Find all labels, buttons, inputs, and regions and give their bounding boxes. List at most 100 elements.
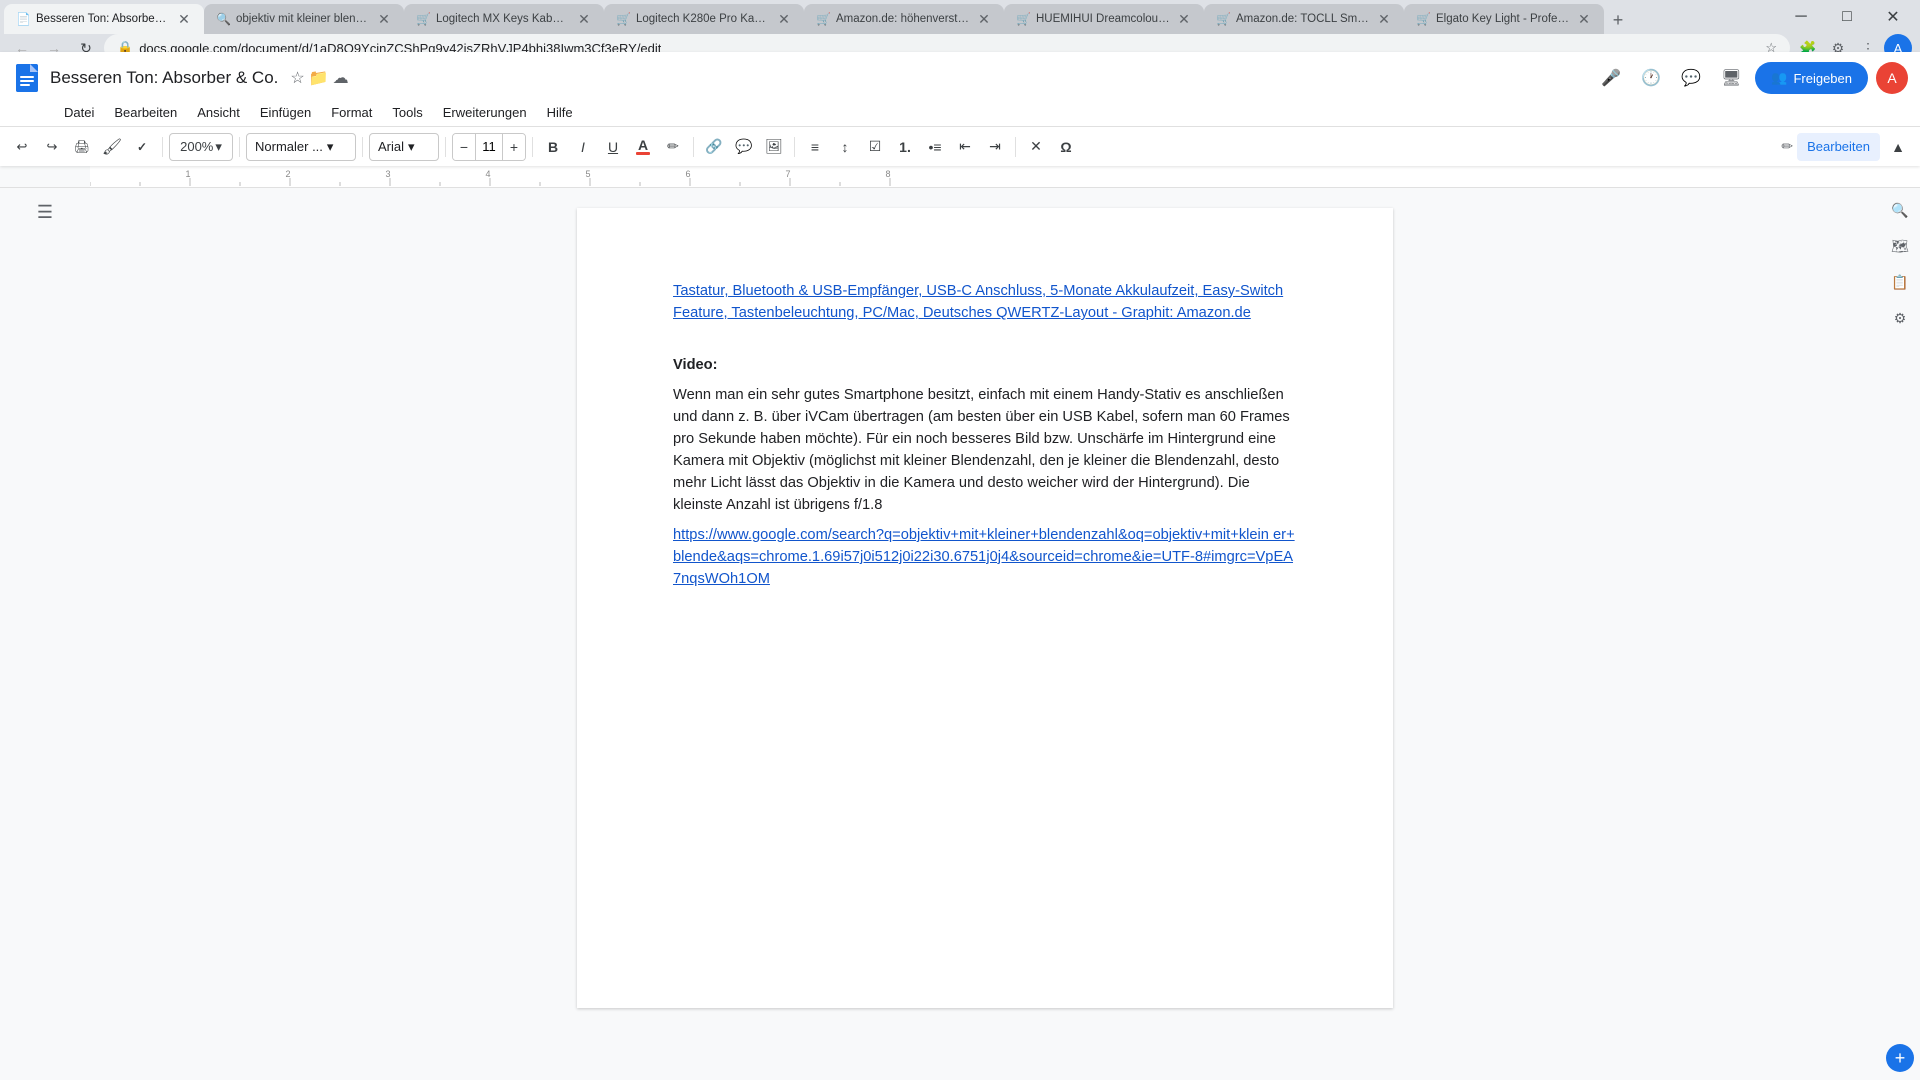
spell-check-button[interactable]: ✓ xyxy=(128,133,156,161)
menu-tools[interactable]: Tools xyxy=(382,101,432,124)
right-panel-icon-2[interactable]: 🗺 xyxy=(1886,232,1914,260)
share-button[interactable]: 👥 Freigeben xyxy=(1755,62,1868,94)
doc-video-heading: Video: xyxy=(673,357,718,373)
font-dropdown-icon: ▾ xyxy=(408,139,415,155)
line-spacing-button[interactable]: ↕ xyxy=(831,133,859,161)
share-people-icon: 👥 xyxy=(1771,70,1787,86)
highlight-color-button[interactable]: ✏ xyxy=(659,133,687,161)
indent-less-button[interactable]: ⇤ xyxy=(951,133,979,161)
font-value: Arial xyxy=(378,139,404,154)
activity-history-icon[interactable]: 🕐 xyxy=(1635,62,1667,94)
paint-format-button[interactable]: 🖌 xyxy=(98,133,126,161)
alignment-button[interactable]: ≡ xyxy=(801,133,829,161)
voice-typing-icon[interactable]: 🎤 xyxy=(1595,62,1627,94)
sep-3 xyxy=(362,137,363,157)
tab-8[interactable]: 🛒 Elgato Key Light - Profes... ✕ xyxy=(1404,4,1604,34)
underline-button[interactable]: U xyxy=(599,133,627,161)
google-search-link[interactable]: https://www.google.com/search?q=objektiv… xyxy=(673,527,1295,587)
bold-button[interactable]: B xyxy=(539,133,567,161)
style-selector[interactable]: Normaler ... ▾ xyxy=(246,133,356,161)
tab-2-close[interactable]: ✕ xyxy=(376,11,392,27)
docs-main[interactable]: Tastatur, Bluetooth & USB-Empfänger, USB… xyxy=(90,188,1880,1080)
bullet-list-button[interactable]: •≡ xyxy=(921,133,949,161)
outline-toggle-button[interactable]: ☰ xyxy=(33,198,57,227)
numbered-list-button[interactable]: 1. xyxy=(891,133,919,161)
toolbar-collapse-button[interactable]: ▲ xyxy=(1884,133,1912,161)
tab-8-close[interactable]: ✕ xyxy=(1576,11,1592,27)
tab-2-label: objektiv mit kleiner blend... xyxy=(236,13,370,25)
font-color-button[interactable]: A xyxy=(629,133,657,161)
edit-mode-button[interactable]: Bearbeiten xyxy=(1797,133,1880,161)
checklist-button[interactable]: ☑ xyxy=(861,133,889,161)
tab-4[interactable]: 🛒 Logitech K280e Pro Kabel... ✕ xyxy=(604,4,804,34)
tab-7-favicon: 🛒 xyxy=(1216,12,1230,26)
font-size-control[interactable]: − + xyxy=(452,133,526,161)
tab-7-close[interactable]: ✕ xyxy=(1376,11,1392,27)
add-panel-button[interactable]: + xyxy=(1886,1044,1914,1072)
maximize-button[interactable]: □ xyxy=(1824,0,1870,34)
ruler-svg: 1 2 3 4 5 6 7 8 xyxy=(90,166,1920,188)
doc-video-body: Wenn man ein sehr gutes Smartphone besit… xyxy=(673,387,1290,513)
minimize-button[interactable]: ─ xyxy=(1778,0,1824,34)
menu-ansicht[interactable]: Ansicht xyxy=(187,101,250,124)
right-panel-icon-3[interactable]: 📋 xyxy=(1886,268,1914,296)
redo-button[interactable]: ↪ xyxy=(38,133,66,161)
insert-image-button[interactable]: 🖼 xyxy=(760,133,788,161)
docs-header-right: 🎤 🕐 💬 🖥 👥 Freigeben A xyxy=(1595,62,1908,94)
sep-4 xyxy=(445,137,446,157)
font-color-letter: A xyxy=(638,138,648,152)
menu-erweiterungen[interactable]: Erweiterungen xyxy=(433,101,537,124)
comments-icon[interactable]: 💬 xyxy=(1675,62,1707,94)
special-chars-button[interactable]: Ω xyxy=(1052,133,1080,161)
menu-datei[interactable]: Datei xyxy=(54,101,104,124)
right-panel-icon-4[interactable]: ⚙ xyxy=(1886,304,1914,332)
folder-icon[interactable]: 📁 xyxy=(309,68,329,88)
right-panel-icon-1[interactable]: 🔍 xyxy=(1886,196,1914,224)
doc-link-paragraph: Tastatur, Bluetooth & USB-Empfänger, USB… xyxy=(673,280,1297,324)
zoom-selector[interactable]: 200% ▾ xyxy=(169,133,233,161)
user-avatar[interactable]: A xyxy=(1876,62,1908,94)
menu-bearbeiten[interactable]: Bearbeiten xyxy=(104,101,187,124)
tab-6-label: HUEMIHUI Dreamcolour ... xyxy=(1036,13,1170,25)
new-tab-button[interactable]: + xyxy=(1604,6,1632,34)
doc-content: Tastatur, Bluetooth & USB-Empfänger, USB… xyxy=(673,280,1297,590)
menu-einfuegen[interactable]: Einfügen xyxy=(250,101,321,124)
star-icon[interactable]: ☆ xyxy=(290,68,304,88)
italic-button[interactable]: I xyxy=(569,133,597,161)
menu-bar: Datei Bearbeiten Ansicht Einfügen Format… xyxy=(0,98,1920,126)
undo-button[interactable]: ↩ xyxy=(8,133,36,161)
present-icon[interactable]: 🖥 xyxy=(1715,62,1747,94)
docs-title[interactable]: Besseren Ton: Absorber & Co. xyxy=(50,68,278,88)
font-size-increase[interactable]: + xyxy=(503,133,525,161)
tab-3-close[interactable]: ✕ xyxy=(576,11,592,27)
font-selector[interactable]: Arial ▾ xyxy=(369,133,439,161)
svg-text:1: 1 xyxy=(185,169,190,179)
doc-page: Tastatur, Bluetooth & USB-Empfänger, USB… xyxy=(577,208,1393,1008)
ruler-inner: 1 2 3 4 5 6 7 8 xyxy=(90,166,1920,187)
amazon-link[interactable]: Tastatur, Bluetooth & USB-Empfänger, USB… xyxy=(673,283,1283,321)
docs-header: Besseren Ton: Absorber & Co. ☆ 📁 ☁ 🎤 🕐 💬… xyxy=(0,52,1920,166)
font-size-input[interactable] xyxy=(475,133,503,161)
tab-1-close[interactable]: ✕ xyxy=(176,11,192,27)
print-button[interactable]: 🖨 xyxy=(68,133,96,161)
menu-hilfe[interactable]: Hilfe xyxy=(537,101,583,124)
tab-1-favicon: 📄 xyxy=(16,12,30,26)
font-size-decrease[interactable]: − xyxy=(453,133,475,161)
insert-link-button[interactable]: 🔗 xyxy=(700,133,728,161)
tab-4-close[interactable]: ✕ xyxy=(776,11,792,27)
clear-format-button[interactable]: ✕ xyxy=(1022,133,1050,161)
indent-more-button[interactable]: ⇥ xyxy=(981,133,1009,161)
toolbar: ↩ ↪ 🖨 🖌 ✓ 200% ▾ Normaler ... ▾ Arial ▾ xyxy=(0,126,1920,166)
tab-5[interactable]: 🛒 Amazon.de: höhenverstell... ✕ xyxy=(804,4,1004,34)
tab-6-close[interactable]: ✕ xyxy=(1176,11,1192,27)
tab-6[interactable]: 🛒 HUEMIHUI Dreamcolour ... ✕ xyxy=(1004,4,1204,34)
tab-2[interactable]: 🔍 objektiv mit kleiner blend... ✕ xyxy=(204,4,404,34)
tab-5-label: Amazon.de: höhenverstell... xyxy=(836,13,970,25)
tab-3[interactable]: 🛒 Logitech MX Keys Kabell... ✕ xyxy=(404,4,604,34)
close-button[interactable]: ✕ xyxy=(1870,0,1916,34)
tab-1[interactable]: 📄 Besseren Ton: Absorber &... ✕ xyxy=(4,4,204,34)
tab-7[interactable]: 🛒 Amazon.de: TOCLL Smart... ✕ xyxy=(1204,4,1404,34)
tab-5-close[interactable]: ✕ xyxy=(976,11,992,27)
insert-comment-button[interactable]: 💬 xyxy=(730,133,758,161)
menu-format[interactable]: Format xyxy=(321,101,382,124)
